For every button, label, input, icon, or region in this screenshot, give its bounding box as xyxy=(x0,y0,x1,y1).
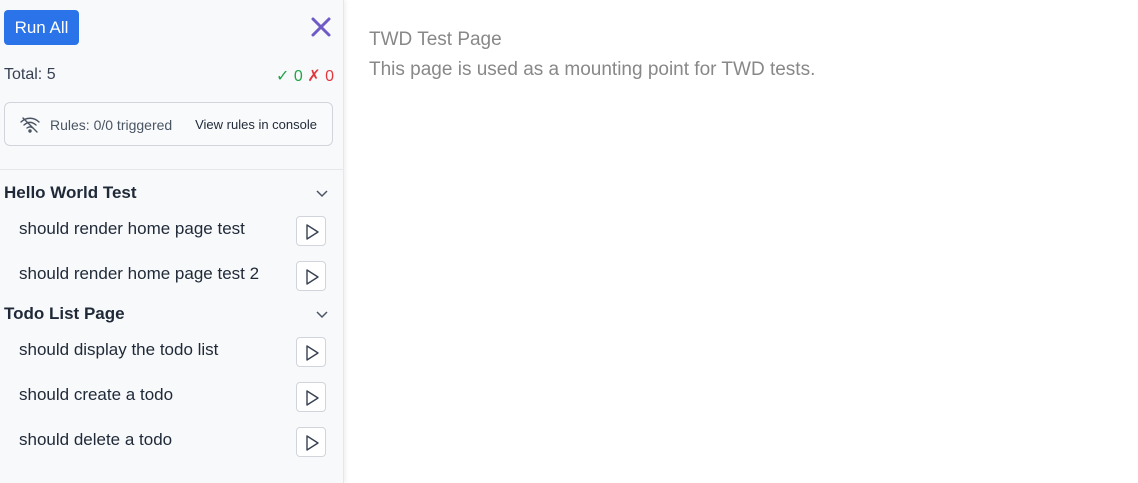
test-totals: Total: 5 ✓ 0 ✗ 0 xyxy=(4,66,334,88)
play-icon xyxy=(306,269,319,285)
test-group-title[interactable]: Todo List Page xyxy=(4,304,125,324)
sidebar-divider xyxy=(0,169,343,170)
run-test-button[interactable] xyxy=(296,216,326,246)
sidebar-toolbar: Run All xyxy=(4,10,334,45)
total-count: Total: 5 xyxy=(4,66,56,83)
chevron-down-icon[interactable] xyxy=(314,185,330,201)
view-rules-link[interactable]: View rules in console xyxy=(195,117,317,132)
close-icon[interactable] xyxy=(309,15,333,39)
failed-count: ✗ 0 xyxy=(307,68,334,85)
run-test-button[interactable] xyxy=(296,427,326,457)
play-icon xyxy=(306,345,319,361)
result-counts: ✓ 0 ✗ 0 xyxy=(276,66,334,86)
test-item-label: should display the todo list xyxy=(19,340,219,359)
rules-status-text: Rules: 0/0 triggered xyxy=(50,117,173,133)
play-icon xyxy=(306,435,319,451)
passed-count: ✓ 0 xyxy=(276,68,303,85)
test-runner-sidebar: Run All Total: 5 ✓ 0 ✗ 0 Rules: 0/0 trig… xyxy=(0,0,344,483)
play-icon xyxy=(306,224,319,240)
run-test-button[interactable] xyxy=(296,337,326,367)
chevron-down-icon[interactable] xyxy=(314,306,330,322)
wifi-signal-icon xyxy=(19,114,41,136)
test-group-title[interactable]: Hello World Test xyxy=(4,183,137,203)
test-item-label: should delete a todo xyxy=(19,430,173,449)
test-item-label: should create a todo xyxy=(19,385,174,404)
test-item-label: should render home page test xyxy=(19,219,245,238)
play-icon xyxy=(306,390,319,406)
main-content: TWD Test Page This page is used as a mou… xyxy=(369,28,1129,82)
run-test-button[interactable] xyxy=(296,382,326,412)
run-all-button[interactable]: Run All xyxy=(4,10,79,45)
run-test-button[interactable] xyxy=(296,261,326,291)
page-title: TWD Test Page xyxy=(369,29,502,50)
page-description: This page is used as a mounting point fo… xyxy=(369,59,816,80)
test-item-label: should render home page test 2 xyxy=(19,264,260,283)
rules-panel: Rules: 0/0 triggered View rules in conso… xyxy=(4,102,333,146)
